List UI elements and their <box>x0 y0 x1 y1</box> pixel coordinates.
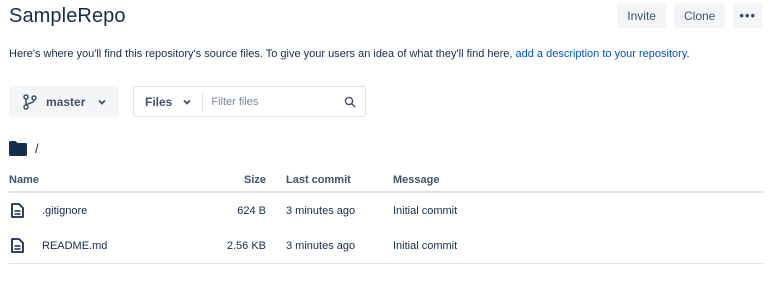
file-name[interactable]: README.md <box>42 240 107 252</box>
column-size[interactable]: Size <box>205 169 266 193</box>
more-actions-button[interactable]: ••• <box>733 3 762 28</box>
filter-divider <box>202 92 204 111</box>
branch-label: master <box>46 94 86 109</box>
branch-icon <box>23 93 37 110</box>
filter-scope-select[interactable]: Files <box>145 95 172 109</box>
description-end: . <box>686 48 690 60</box>
file-name-cell[interactable]: README.md <box>9 238 205 253</box>
branch-selector[interactable]: master <box>9 86 119 117</box>
chevron-down-icon[interactable] <box>182 97 192 107</box>
file-last-commit: 3 minutes ago <box>286 204 356 217</box>
file-message[interactable]: Initial commit <box>393 228 763 264</box>
file-size: 2.56 KB <box>205 228 266 264</box>
filter-files-input[interactable] <box>209 94 344 109</box>
repo-actions: Invite Clone ••• <box>617 3 762 28</box>
repo-title: SampleRepo <box>9 5 126 27</box>
column-name[interactable]: Name <box>9 169 205 193</box>
table-row[interactable]: .gitignore 624 B 3 minutes ago Initial c… <box>9 192 763 228</box>
chevron-down-icon <box>98 99 106 105</box>
clone-button[interactable]: Clone <box>673 3 726 28</box>
column-message[interactable]: Message <box>393 169 763 193</box>
file-name[interactable]: .gitignore <box>42 205 87 217</box>
description-text: Here's where you'll find this repository… <box>9 48 516 60</box>
repo-description: Here's where you'll find this repository… <box>9 48 690 60</box>
file-last-commit: 3 minutes ago <box>266 228 393 264</box>
path-root[interactable]: / <box>35 141 39 156</box>
folder-icon <box>9 141 27 156</box>
file-icon <box>11 203 24 218</box>
file-name-cell[interactable]: .gitignore <box>9 203 205 218</box>
column-last-commit[interactable]: Last commit <box>266 169 393 193</box>
file-icon <box>11 238 24 253</box>
add-description-link[interactable]: add a description to your repository <box>516 48 687 60</box>
file-table: Name Size Last commit Message .gitignore… <box>9 169 763 264</box>
table-row[interactable]: README.md 2.56 KB 3 minutes ago Initial … <box>9 228 763 264</box>
search-icon[interactable] <box>344 96 356 108</box>
file-filter: Files <box>133 86 366 117</box>
file-size: 624 B <box>237 204 266 217</box>
invite-button[interactable]: Invite <box>617 3 666 28</box>
file-message[interactable]: Initial commit <box>393 192 763 228</box>
table-header-row: Name Size Last commit Message <box>9 169 763 193</box>
breadcrumb: / <box>9 141 39 156</box>
